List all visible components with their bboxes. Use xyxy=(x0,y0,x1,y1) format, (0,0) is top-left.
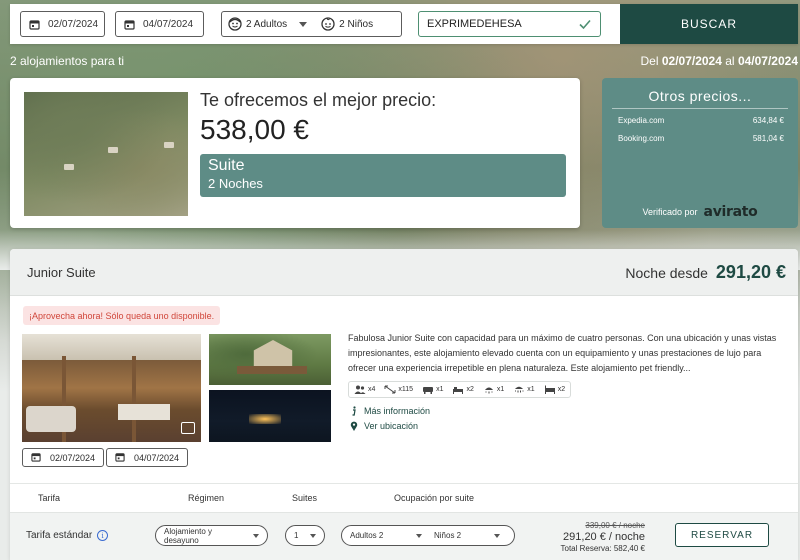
verified-label: Verificado por xyxy=(642,207,698,217)
area-icon xyxy=(384,385,396,394)
board-select-value: Alojamiento y desayuno xyxy=(164,526,213,545)
amenity-guests: x4 xyxy=(354,385,375,394)
view-location-link[interactable]: Ver ubicación xyxy=(350,421,418,431)
chevron-down-icon xyxy=(416,533,422,538)
occupancy-column-header: Ocupación por suite xyxy=(394,493,475,503)
rate-column-header: Tarifa xyxy=(38,493,61,503)
old-price: 339,00 € / noche xyxy=(585,521,645,530)
chevron-down-icon xyxy=(310,533,316,538)
adults-select[interactable]: 2 Adultos xyxy=(246,19,287,30)
avirato-logo: avirato xyxy=(703,204,758,220)
rate-price: 339,00 € / noche 291,20 € / noche Total … xyxy=(540,521,646,553)
amenity-bath: x1 xyxy=(513,385,535,394)
date-range: Del 02/07/2024 al 04/07/2024 xyxy=(640,54,798,68)
other-price-site: Booking.com xyxy=(618,134,665,143)
verified-by: Verificado por avirato xyxy=(602,204,798,220)
chevron-down-icon[interactable] xyxy=(299,21,308,27)
room-card: Junior Suite Noche desde 291,20 € ¡Aprov… xyxy=(10,249,798,560)
promo-code-value: EXPRIMEDEHESA xyxy=(427,18,522,30)
price-from: Noche desde 291,20 € xyxy=(625,262,786,283)
suites-column-header: Suites xyxy=(292,493,318,503)
room-main-photo[interactable] xyxy=(22,334,201,442)
search-button[interactable]: BUSCAR xyxy=(620,4,798,44)
room-header: Junior Suite Noche desde 291,20 € xyxy=(10,249,798,296)
rate-name: Tarifa estándar i xyxy=(26,530,109,541)
best-price-card: Te ofrecemos el mejor precio: 538,00 € S… xyxy=(10,78,580,228)
room-checkin-date[interactable]: 02/07/2024 xyxy=(22,448,104,467)
amenity-shower: x1 xyxy=(483,385,504,394)
divider xyxy=(612,108,788,109)
shower-icon xyxy=(483,385,495,394)
price-from-value: 291,20 € xyxy=(715,262,786,282)
chevron-down-icon xyxy=(253,533,259,538)
other-price-value: 634,84 € xyxy=(752,116,784,125)
guests-icon xyxy=(354,385,366,394)
room-thumbnail[interactable] xyxy=(209,390,331,442)
price-from-label: Noche desde xyxy=(625,265,708,281)
other-price-row: Expedia.com 634,84 € xyxy=(618,116,784,125)
amenity-double-bed: x2 xyxy=(544,385,565,394)
sofa-icon xyxy=(422,385,434,394)
checkout-date: 04/07/2024 xyxy=(143,18,194,30)
checkout-date-picker[interactable]: 04/07/2024 xyxy=(115,11,204,37)
availability-alert: ¡Aprovecha ahora! Sólo queda uno disponi… xyxy=(23,306,221,325)
amenities-list: x4 x115 x1 x2 x1 x1 x2 xyxy=(348,381,572,398)
night-price: 291,20 € / noche xyxy=(563,531,645,543)
adult-face-icon xyxy=(228,17,242,31)
calendar-icon xyxy=(124,19,135,30)
children-occupancy-select[interactable]: Niños 2 xyxy=(428,531,506,540)
check-icon xyxy=(578,17,592,31)
suites-select[interactable]: 1 xyxy=(285,525,325,546)
other-prices-title: Otros precios... xyxy=(648,88,752,104)
calendar-icon xyxy=(29,19,40,30)
amenity-sofa: x1 xyxy=(422,385,443,394)
room-title: Junior Suite xyxy=(27,265,96,280)
bath-icon xyxy=(513,385,525,394)
info-icon[interactable]: i xyxy=(97,530,109,541)
other-prices-panel: Otros precios... Expedia.com 634,84 € Bo… xyxy=(602,78,798,228)
rate-row: Tarifa estándar i Alojamiento y desayuno… xyxy=(10,512,798,560)
suites-select-value: 1 xyxy=(294,531,299,540)
room-description: Fabulosa Junior Suite con capacidad para… xyxy=(348,333,777,373)
best-price-heading: Te ofrecemos el mejor precio: xyxy=(200,90,437,110)
checkin-date: 02/07/2024 xyxy=(48,18,99,30)
map-pin-icon xyxy=(350,421,358,431)
search-bar: 02/07/2024 04/07/2024 2 Adultos 2 Niños … xyxy=(10,4,798,44)
book-button[interactable]: RESERVAR xyxy=(675,523,769,547)
best-price-value: 538,00 € xyxy=(200,114,309,145)
results-count: 2 alojamientos para ti xyxy=(10,54,125,68)
best-price-room-box: Suite 2 Noches xyxy=(200,154,566,197)
other-price-site: Expedia.com xyxy=(618,116,665,125)
gallery-icon[interactable] xyxy=(181,422,195,434)
amenity-area: x115 xyxy=(384,385,413,394)
divider xyxy=(10,483,798,484)
calendar-icon xyxy=(31,452,42,463)
other-price-row: Booking.com 581,04 € xyxy=(618,134,784,143)
board-column-header: Régimen xyxy=(188,493,225,503)
adults-occupancy-select[interactable]: Adultos 2 xyxy=(350,531,428,540)
best-price-room-name: Suite xyxy=(208,157,245,174)
amenity-bed: x2 xyxy=(452,385,474,394)
bed-icon xyxy=(452,385,464,394)
total-price: Total Reserva: 582,40 € xyxy=(560,544,646,553)
board-select[interactable]: Alojamiento y desayuno xyxy=(155,525,268,546)
occupancy-select: Adultos 2 Niños 2 xyxy=(341,525,515,546)
children-select[interactable]: 2 Niños xyxy=(339,19,373,30)
best-price-nights: 2 Noches xyxy=(208,176,263,191)
other-price-value: 581,04 € xyxy=(752,134,784,143)
room-checkout-date[interactable]: 04/07/2024 xyxy=(106,448,188,467)
chevron-down-icon xyxy=(494,533,500,538)
double-bed-icon xyxy=(544,385,556,394)
room-thumbnail[interactable] xyxy=(209,334,331,385)
more-info-link[interactable]: Más información xyxy=(350,406,430,416)
occupancy-selector: 2 Adultos 2 Niños xyxy=(221,11,402,37)
child-face-icon xyxy=(321,17,335,31)
calendar-icon xyxy=(115,452,126,463)
best-price-photo[interactable] xyxy=(24,92,188,216)
checkin-date-picker[interactable]: 02/07/2024 xyxy=(20,11,105,37)
promo-code-input[interactable]: EXPRIMEDEHESA xyxy=(418,11,601,37)
info-i-icon xyxy=(350,406,358,416)
